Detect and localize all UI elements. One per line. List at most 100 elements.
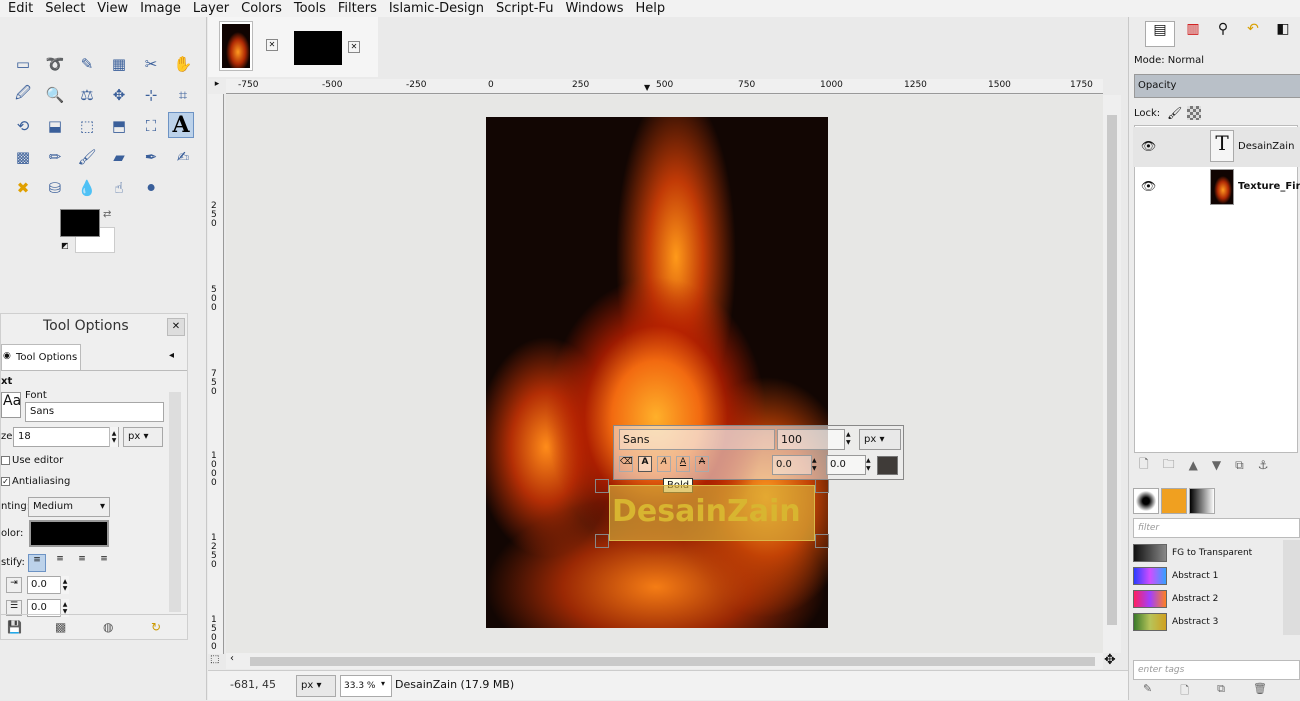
antialiasing-checkbox[interactable]: ✓ [1,477,10,486]
close-icon[interactable]: ✕ [348,41,360,53]
scrollbar-thumb[interactable] [250,657,1095,666]
fire-image[interactable] [486,117,828,628]
close-icon[interactable]: ✕ [266,39,278,51]
menu-edit[interactable]: Edit [8,1,33,16]
scroll-left-icon[interactable]: ‹ [230,653,234,664]
foreground-color-swatch[interactable] [60,209,100,237]
bold-icon[interactable]: A [638,456,652,472]
indent-spinner[interactable]: ▲ ▼ [60,576,69,594]
text-color-swatch[interactable] [877,456,898,475]
default-colors-icon[interactable]: ◩ [61,241,69,250]
measure-icon[interactable]: ⚖ [74,82,100,108]
pencil-icon[interactable]: ✏ [42,144,68,170]
shear-icon[interactable]: ⬚ [74,113,100,139]
align-icon[interactable]: ⊹ [138,82,164,108]
strikethrough-icon[interactable]: A [695,456,709,472]
scale-icon[interactable]: ⬓ [42,113,68,139]
cage-transform-icon[interactable]: ⛶ [138,113,164,139]
lock-pixels-icon[interactable]: 🖌 [1167,106,1182,120]
scissors-icon[interactable]: ✂ [138,51,164,77]
rect-select-icon[interactable]: ▭ [10,51,36,77]
horizontal-scrollbar[interactable]: ‹ [226,653,1103,669]
channels-tab-icon[interactable]: ▥ [1179,21,1207,47]
fire-thumbnail-tab[interactable] [219,21,253,71]
undo-tab-icon[interactable]: ↶ [1239,21,1267,47]
layer-mode[interactable]: Mode: Normal [1134,55,1204,66]
eye-icon[interactable]: 👁 [1141,139,1156,153]
menu-script-fu[interactable]: Script-Fu [496,1,553,16]
close-icon[interactable]: ✕ [167,318,185,336]
save-options-icon[interactable]: 💾 [7,620,22,634]
layers-tab-icon[interactable]: ▤ [1145,21,1175,47]
size-spinner[interactable]: ▲ ▼ [109,427,118,447]
italic-icon[interactable]: A [657,456,671,472]
airbrush-icon[interactable]: ✒ [138,144,164,170]
color-picker-icon[interactable]: 🖉 [10,82,36,108]
size-unit-select[interactable]: px ▾ [123,427,163,447]
crop-icon[interactable]: ⌗ [170,82,196,108]
lower-layer-icon[interactable]: ▼ [1212,458,1221,472]
eraser-icon[interactable]: ▰ [106,144,132,170]
unit-select[interactable]: px ▾ [296,675,336,697]
menu-tools[interactable]: Tools [294,1,326,16]
tags-input[interactable]: enter tags [1133,660,1300,680]
overlay-unit-select[interactable]: px ▾ [859,429,901,450]
rotate-icon[interactable]: ⟲ [10,113,36,139]
menu-islamic-design[interactable]: Islamic-Design [389,1,484,16]
menu-filters[interactable]: Filters [338,1,377,16]
new-gradient-icon[interactable]: 🗋 [1180,682,1189,700]
blur-icon[interactable]: 💧 [74,175,100,201]
gradient-item[interactable]: Abstract 3 [1133,611,1283,633]
new-group-icon[interactable]: 🗀 [1163,455,1175,476]
perspective-icon[interactable]: ⬒ [106,113,132,139]
gradient-item[interactable]: FG to Transparent [1133,542,1283,564]
scrollbar-thumb[interactable] [1107,115,1117,625]
overlay-font-input[interactable]: Sans [619,429,775,450]
clone-icon[interactable]: ⛁ [42,175,68,201]
quick-mask-icon[interactable]: ⬚ [210,654,219,665]
kerning-input[interactable]: 0.0 [826,455,866,475]
justify-fill-icon[interactable]: ≡ [95,554,113,572]
ruler-corner-icon[interactable]: ▸ [208,79,226,94]
reset-options-icon[interactable]: ↻ [151,620,161,634]
text-color-button[interactable] [29,520,109,547]
baseline-input[interactable]: 0.0 [772,455,812,475]
use-editor-checkbox[interactable] [1,456,10,465]
duplicate-gradient-icon[interactable]: ⧉ [1217,682,1225,700]
resize-handle[interactable] [815,479,829,493]
brushes-tab-icon[interactable] [1133,488,1159,514]
gradients-scrollbar[interactable] [1283,540,1300,635]
paths-tab-icon[interactable]: ⚲ [1209,21,1237,47]
layer-row-texture-fire[interactable]: 👁 Texture_Fire.j [1133,167,1300,207]
underline-icon[interactable]: A [676,456,690,472]
font-preview-button[interactable]: Aa [1,392,21,418]
resize-handle[interactable] [595,479,609,493]
gradient-item[interactable]: Abstract 1 [1133,565,1283,587]
lock-alpha-icon[interactable] [1187,106,1201,120]
gradients-tab-icon[interactable] [1189,488,1215,514]
layer-row-desainzain[interactable]: 👁 T DesainZain [1133,127,1300,167]
dodge-burn-icon[interactable]: ⚫ [138,175,164,201]
duplicate-layer-icon[interactable]: ⧉ [1235,458,1244,473]
zoom-icon[interactable]: 🔍 [42,82,68,108]
gradient-item[interactable]: Abstract 2 [1133,588,1283,610]
opacity-slider[interactable]: Opacity [1134,74,1300,98]
lasso-icon[interactable]: ➰ [42,51,68,77]
eye-icon[interactable]: 👁 [1141,179,1156,193]
gradient-filter-input[interactable]: filter [1133,518,1300,538]
tab-tool-options[interactable]: Tool Options [1,344,81,370]
new-layer-icon[interactable]: 🗋 [1139,455,1149,476]
text-layer-box[interactable]: DesainZain [609,485,815,541]
ink-icon[interactable]: ✍ [170,144,196,170]
vertical-scrollbar[interactable] [1103,95,1121,653]
paintbrush-icon[interactable]: 🖌 [74,144,100,170]
text-tool-icon[interactable]: A [168,112,194,138]
resize-handle[interactable] [815,534,829,548]
brushes-tab-icon[interactable]: ◧ [1269,21,1297,47]
menu-help[interactable]: Help [635,1,665,16]
navigate-icon[interactable]: ✥ [1104,652,1116,668]
heal-icon[interactable]: ✖ [10,175,36,201]
menu-select[interactable]: Select [45,1,85,16]
chevron-down-icon[interactable]: ▾ [381,679,385,688]
overlay-size-input[interactable]: 100 [777,429,845,450]
